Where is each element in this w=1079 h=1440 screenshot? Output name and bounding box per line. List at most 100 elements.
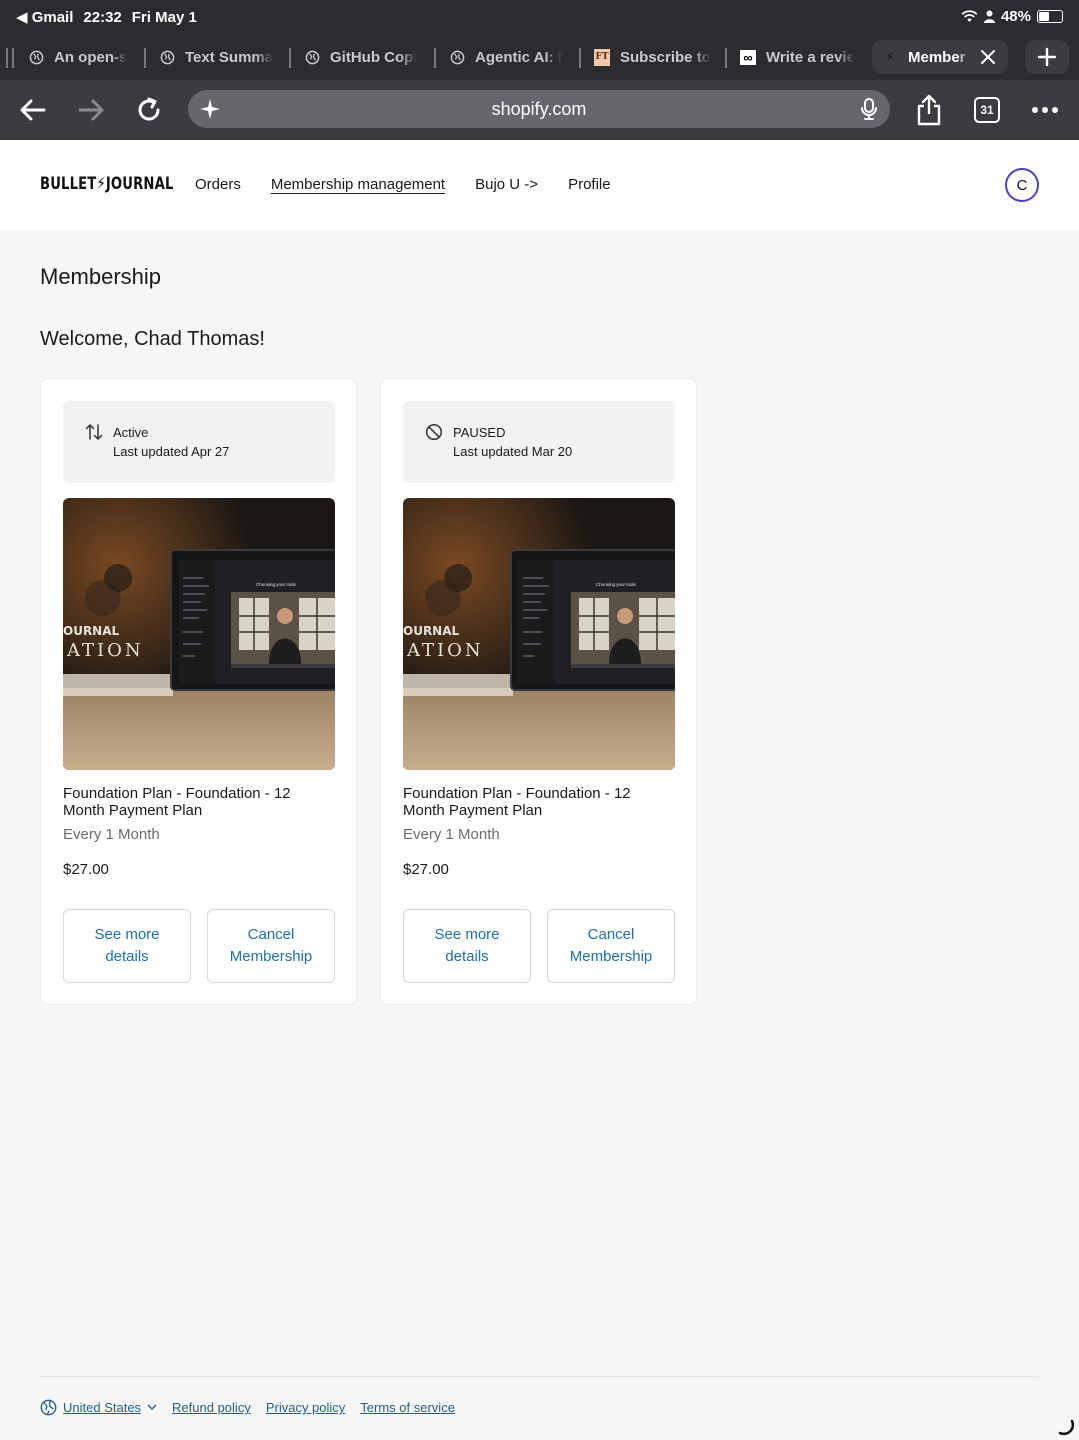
- globe-icon: [159, 49, 175, 65]
- image-text-top: OURNAL: [403, 624, 460, 638]
- account-avatar[interactable]: C: [1005, 168, 1039, 202]
- arrow-left-icon: [20, 99, 46, 121]
- back-button[interactable]: [15, 92, 51, 128]
- region-link[interactable]: United States: [63, 1400, 141, 1415]
- page-title: Membership: [40, 264, 162, 289]
- main-nav: Orders Membership management Bujo U -> P…: [195, 176, 611, 193]
- reload-icon: [138, 97, 160, 121]
- status-time: 22:32: [83, 8, 122, 26]
- privacy-policy-link[interactable]: Privacy policy: [266, 1400, 345, 1415]
- last-updated: Last updated Apr 27: [113, 444, 230, 459]
- forward-button[interactable]: [73, 92, 109, 128]
- site-footer: United States Refund policy Privacy poli…: [40, 1399, 455, 1416]
- billing-frequency: Every 1 Month: [403, 826, 500, 843]
- tab-separator: [289, 48, 291, 68]
- tab-separator: [6, 48, 8, 68]
- plan-name: Foundation Plan - Foundation - 12 Month …: [403, 785, 631, 819]
- membership-card-paused: PAUSED Last updated Mar 20 Choosing your…: [380, 378, 697, 1005]
- tab-title: Subscribe to: [620, 48, 711, 66]
- globe-icon: [40, 1399, 57, 1416]
- status-bar: ◀ Gmail 22:32 Fri May 1 48%: [0, 0, 1079, 34]
- screen-heading: Choosing your tools: [256, 582, 297, 587]
- chevron-down-icon: [147, 1404, 157, 1410]
- nav-profile[interactable]: Profile: [568, 176, 611, 193]
- status-box: PAUSED Last updated Mar 20: [403, 401, 675, 483]
- nav-membership-management[interactable]: Membership management: [271, 176, 445, 193]
- tab-1[interactable]: An open-s: [28, 40, 132, 74]
- see-more-details-button[interactable]: See more details: [63, 909, 191, 983]
- see-more-details-button[interactable]: See more details: [403, 909, 531, 983]
- share-button[interactable]: [911, 92, 947, 128]
- cancel-membership-button[interactable]: Cancel Membership: [207, 909, 335, 983]
- product-image: Choosing your tools OURNAL ATION: [63, 498, 335, 770]
- tab-7-active[interactable]: ⚡ Member: [872, 40, 1008, 74]
- membership-card-active: Active Last updated Apr 27 Choosing your…: [40, 378, 357, 1005]
- ft-icon: FT: [594, 48, 610, 66]
- browser-toolbar: shopify.com 31: [0, 80, 1079, 140]
- globe-icon: [304, 49, 320, 65]
- welcome-heading: Welcome, Chad Thomas!: [40, 328, 265, 350]
- loading-spinner-icon: [1058, 1419, 1075, 1436]
- back-app-label: Gmail: [31, 9, 74, 26]
- bolt-icon: ⚡: [885, 50, 895, 64]
- site-header: BULLET⚡JOURNAL Orders Membership managem…: [0, 140, 1079, 231]
- battery-icon: [1037, 10, 1063, 23]
- tab-2[interactable]: Text Summa: [159, 40, 275, 74]
- back-to-app-link[interactable]: ◀ Gmail: [16, 8, 73, 26]
- product-image: Choosing your tools OURNAL ATION: [403, 498, 675, 770]
- microphone-icon[interactable]: [860, 97, 878, 121]
- swap-arrows-icon: [85, 424, 103, 440]
- tab-count: 31: [974, 97, 1000, 123]
- globe-icon: [28, 49, 44, 65]
- tab-separator: [12, 48, 14, 68]
- status-label: PAUSED: [453, 425, 506, 440]
- status-label: Active: [113, 425, 149, 440]
- plan-name: Foundation Plan - Foundation - 12 Month …: [63, 785, 291, 819]
- wifi-icon: [961, 10, 978, 22]
- tab-5[interactable]: FT Subscribe to: [594, 40, 714, 74]
- tab-title: Agentic AI: I: [475, 48, 562, 66]
- reload-button[interactable]: [131, 92, 167, 128]
- person-icon: [983, 10, 995, 23]
- billing-frequency: Every 1 Month: [63, 826, 160, 843]
- footer-divider: [40, 1376, 1039, 1377]
- battery-percent: 48%: [1000, 8, 1031, 25]
- last-updated: Last updated Mar 20: [453, 444, 573, 459]
- tab-separator: [725, 48, 727, 68]
- price: $27.00: [63, 861, 109, 878]
- battery-fill: [1039, 12, 1049, 21]
- tab-6[interactable]: ∞ Write a revie: [740, 40, 860, 74]
- tab-4[interactable]: Agentic AI: I: [449, 40, 569, 74]
- nav-bujo-u[interactable]: Bujo U ->: [475, 176, 538, 193]
- cancel-membership-button[interactable]: Cancel Membership: [547, 909, 675, 983]
- refund-policy-link[interactable]: Refund policy: [172, 1400, 251, 1415]
- tab-separator: [144, 48, 146, 68]
- tab-title: Write a revie: [766, 48, 855, 66]
- price: $27.00: [403, 861, 449, 878]
- tabs-overview-button[interactable]: 31: [969, 92, 1005, 128]
- nav-orders[interactable]: Orders: [195, 176, 241, 193]
- url-text: shopify.com: [491, 99, 587, 119]
- image-text-bottom: ATION: [66, 640, 144, 661]
- image-text-top: OURNAL: [63, 624, 120, 638]
- globe-icon: [449, 49, 465, 65]
- share-icon: [917, 94, 941, 126]
- site-logo[interactable]: BULLET⚡JOURNAL: [40, 174, 174, 194]
- screen-heading: Choosing your tools: [596, 582, 637, 587]
- close-tab-icon[interactable]: [980, 49, 996, 65]
- status-box: Active Last updated Apr 27: [63, 401, 335, 483]
- new-tab-button[interactable]: [1025, 40, 1069, 74]
- tab-strip: An open-s Text Summa GitHub Copi Agentic…: [0, 34, 1079, 80]
- terms-of-service-link[interactable]: Terms of service: [360, 1400, 455, 1415]
- status-date: Fri May 1: [131, 8, 197, 26]
- tab-separator: [434, 48, 436, 68]
- prohibited-icon: [425, 423, 443, 441]
- tab-3[interactable]: GitHub Copi: [304, 40, 422, 74]
- tab-title: An open-s: [54, 48, 128, 66]
- more-options-button[interactable]: [1027, 92, 1063, 128]
- tab-separator: [579, 48, 581, 68]
- address-bar[interactable]: shopify.com: [188, 90, 890, 128]
- infinity-icon: ∞: [740, 49, 756, 65]
- image-text-bottom: ATION: [406, 640, 484, 661]
- region-selector[interactable]: United States: [40, 1399, 157, 1416]
